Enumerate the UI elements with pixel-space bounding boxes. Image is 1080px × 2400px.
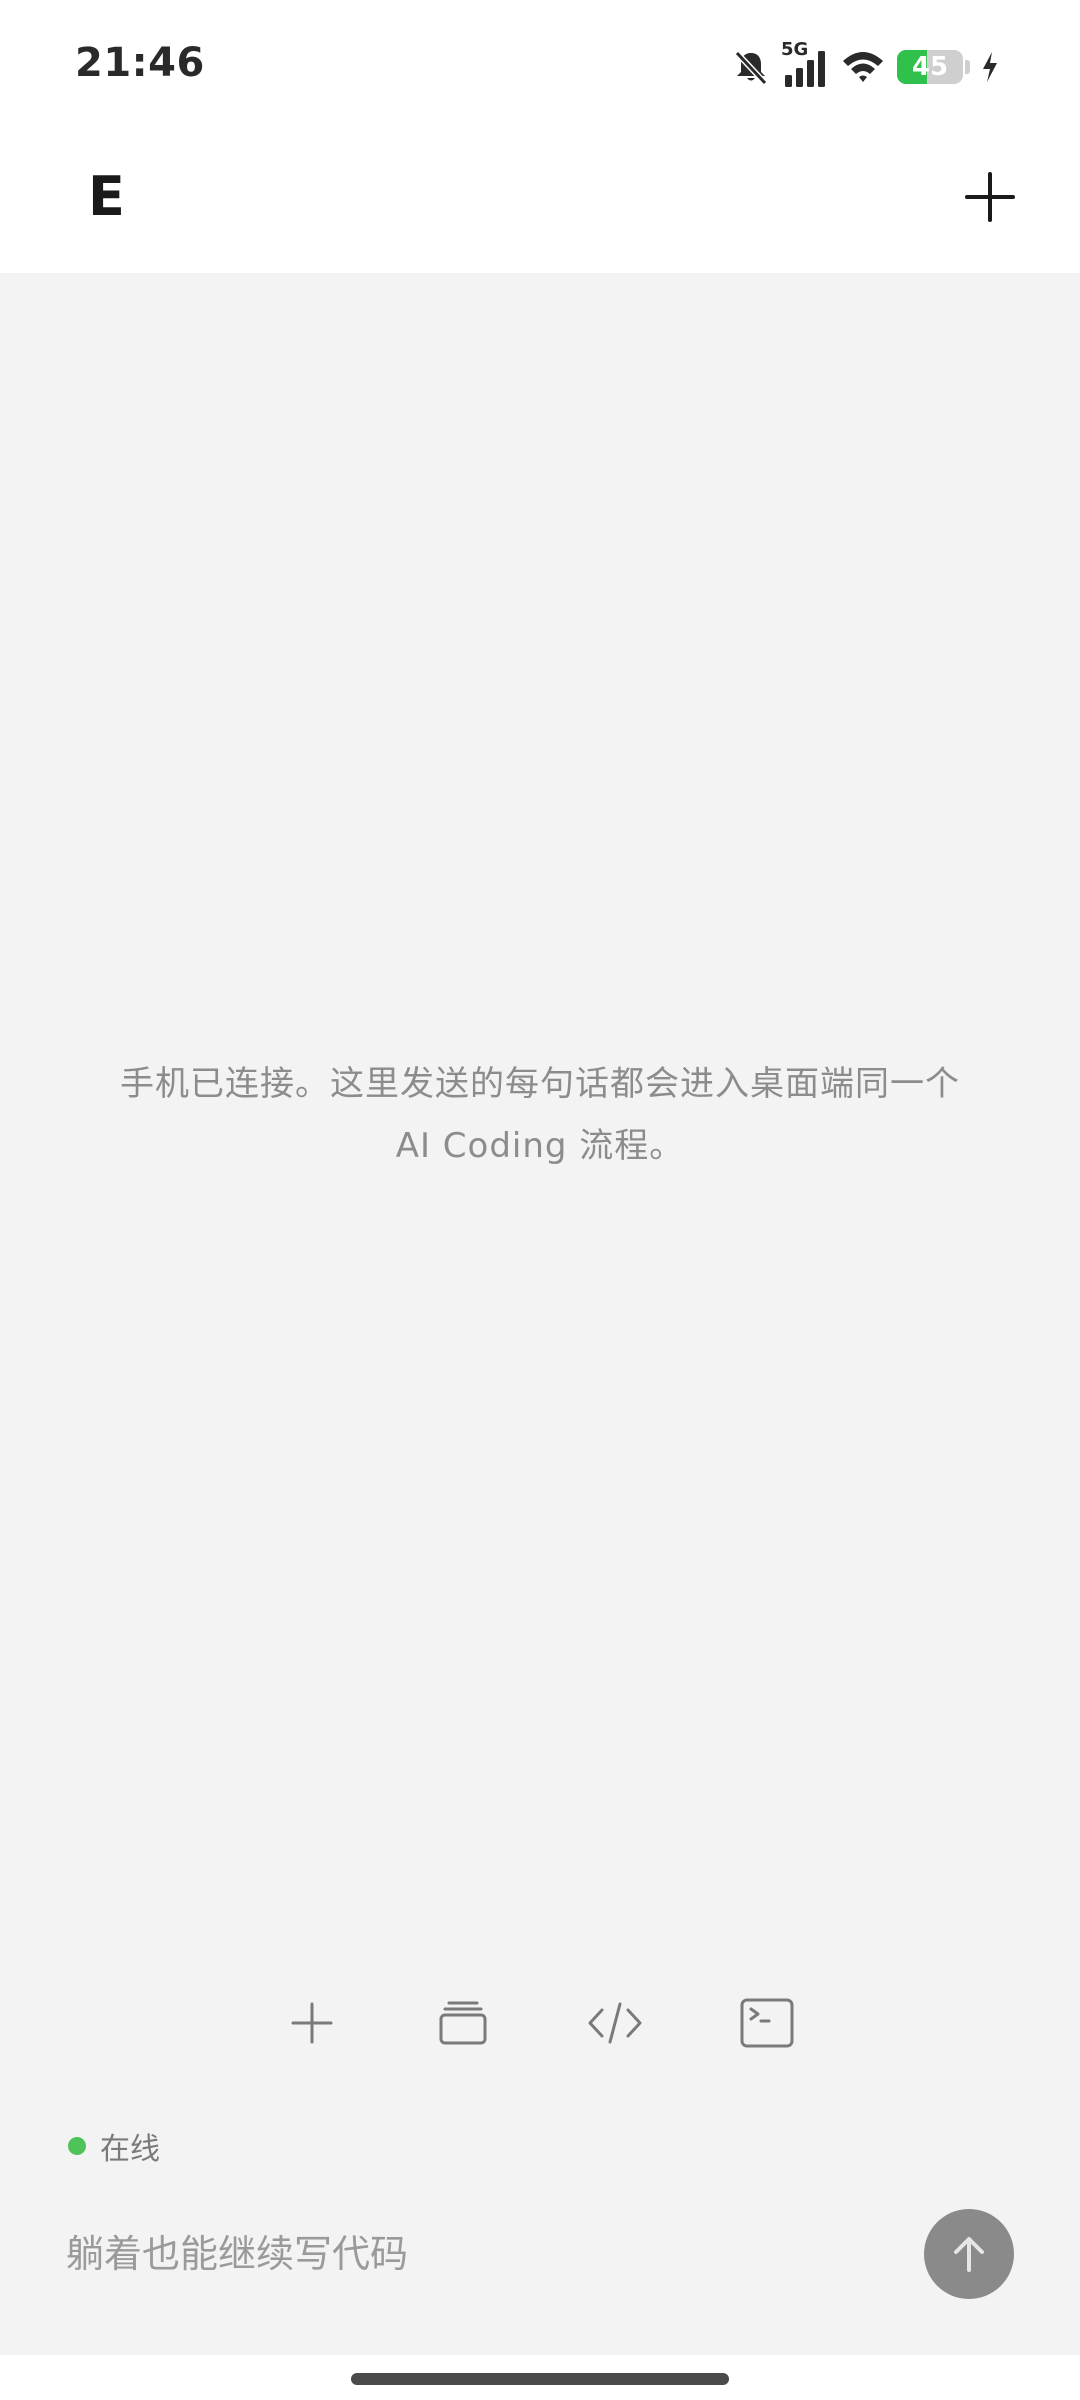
message-input[interactable] (66, 2219, 866, 2289)
empty-state-message: 手机已连接。这里发送的每句话都会进入桌面端同一个 AI Coding 流程。 (120, 1064, 960, 1166)
app-header: E (0, 135, 1080, 273)
new-session-button[interactable] (952, 159, 1028, 235)
online-indicator (68, 2137, 86, 2155)
sessions-button[interactable] (423, 1983, 503, 2063)
code-icon (588, 2002, 642, 2044)
connection-status: 在线 (68, 2121, 160, 2171)
charging-icon (980, 50, 1000, 84)
composer (0, 2191, 1080, 2321)
stack-icon (439, 2001, 487, 2045)
toolbar (0, 1983, 1080, 2063)
chat-area: 手机已连接。这里发送的每句话都会进入桌面端同一个 AI Coding 流程。 在… (0, 273, 1080, 2355)
battery-level: 45 (911, 52, 949, 82)
terminal-button[interactable] (727, 1983, 807, 2063)
plus-icon (965, 172, 1015, 222)
home-indicator[interactable] (351, 2373, 729, 2385)
wifi-icon (839, 47, 887, 87)
send-button[interactable] (924, 2209, 1014, 2299)
gesture-nav-area (0, 2355, 1080, 2400)
signal-icon: 5G (781, 39, 829, 89)
terminal-icon (740, 1998, 794, 2048)
status-time: 21:46 (75, 40, 205, 86)
battery-tip (965, 60, 970, 74)
battery-icon: 45 (897, 50, 963, 84)
status-bar: 21:46 5G 45 (0, 0, 1080, 135)
code-button[interactable] (575, 1983, 655, 2063)
status-icons: 5G 45 (731, 39, 1000, 92)
plus-icon (291, 2002, 333, 2044)
attach-button[interactable] (272, 1983, 352, 2063)
arrow-up-icon (954, 2237, 984, 2272)
online-label: 在线 (100, 2132, 160, 2167)
page-title: E (88, 165, 125, 228)
bell-muted-icon (731, 47, 771, 87)
